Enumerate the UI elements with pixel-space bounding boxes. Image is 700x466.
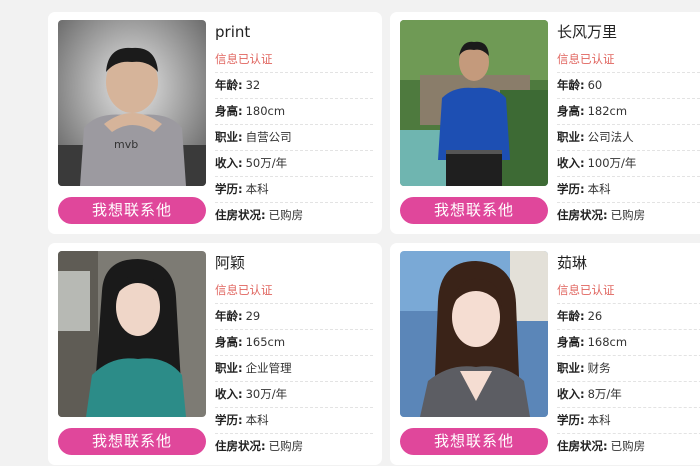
income-row: 收入: 100万/年 xyxy=(557,151,700,177)
age-value: 60 xyxy=(587,78,603,92)
income-row: 收入: 50万/年 xyxy=(215,151,373,177)
education-label: 学历: xyxy=(215,413,243,427)
education-row: 学历: 本科 xyxy=(557,408,700,434)
housing-value: 已购房 xyxy=(610,208,646,222)
verified-badge: 信息已认证 xyxy=(557,278,700,304)
profile-info: 阿颖 信息已认证 年龄: 29 身高: 165cm 职业: 企业管理 收入: 30万/年… xyxy=(215,250,373,459)
profile-name[interactable]: 茹琳 xyxy=(557,250,700,278)
education-label: 学历: xyxy=(557,413,585,427)
job-label: 职业: xyxy=(557,361,585,375)
height-row: 身高: 165cm xyxy=(215,330,373,356)
job-label: 职业: xyxy=(557,130,585,144)
age-value: 29 xyxy=(245,309,261,323)
job-row: 职业: 自营公司 xyxy=(215,125,373,151)
housing-value: 已购房 xyxy=(268,439,304,453)
income-label: 收入: xyxy=(215,156,243,170)
height-value: 180cm xyxy=(245,104,286,118)
svg-text:mvb: mvb xyxy=(114,138,138,151)
age-label: 年龄: xyxy=(215,78,243,92)
education-row: 学历: 本科 xyxy=(557,177,700,203)
height-row: 身高: 168cm xyxy=(557,330,700,356)
income-row: 收入: 30万/年 xyxy=(215,382,373,408)
housing-label: 住房状况: xyxy=(215,208,266,222)
age-value: 32 xyxy=(245,78,261,92)
verified-badge: 信息已认证 xyxy=(215,47,373,73)
job-label: 职业: xyxy=(215,361,243,375)
height-label: 身高: xyxy=(215,335,243,349)
education-value: 本科 xyxy=(587,182,611,196)
profile-photo[interactable] xyxy=(400,20,548,186)
height-row: 身高: 180cm xyxy=(215,99,373,125)
education-label: 学历: xyxy=(557,182,585,196)
education-value: 本科 xyxy=(587,413,611,427)
job-row: 职业: 企业管理 xyxy=(215,356,373,382)
age-row: 年龄: 26 xyxy=(557,304,700,330)
income-value: 8万/年 xyxy=(587,387,622,401)
verified-badge: 信息已认证 xyxy=(557,47,700,73)
age-label: 年龄: xyxy=(557,309,585,323)
housing-row: 住房状况: 已购房 xyxy=(215,434,373,459)
profile-photo[interactable] xyxy=(58,251,206,417)
height-value: 165cm xyxy=(245,335,286,349)
age-row: 年龄: 60 xyxy=(557,73,700,99)
job-value: 自营公司 xyxy=(245,130,292,144)
income-label: 收入: xyxy=(215,387,243,401)
income-value: 100万/年 xyxy=(587,156,637,170)
housing-value: 已购房 xyxy=(268,208,304,222)
height-label: 身高: xyxy=(557,104,585,118)
income-value: 30万/年 xyxy=(245,387,288,401)
profile-card[interactable]: 我想联系他 长风万里 信息已认证 年龄: 60 身高: 182cm 职业: 公司法人 … xyxy=(390,12,700,234)
contact-button[interactable]: 我想联系他 xyxy=(58,428,206,455)
profile-photo[interactable] xyxy=(400,251,548,417)
profile-photo[interactable]: mvb xyxy=(58,20,206,186)
age-row: 年龄: 29 xyxy=(215,304,373,330)
housing-row: 住房状况: 已购房 xyxy=(557,434,700,459)
income-row: 收入: 8万/年 xyxy=(557,382,700,408)
job-row: 职业: 财务 xyxy=(557,356,700,382)
education-row: 学历: 本科 xyxy=(215,177,373,203)
contact-button[interactable]: 我想联系他 xyxy=(58,197,206,224)
height-row: 身高: 182cm xyxy=(557,99,700,125)
job-row: 职业: 公司法人 xyxy=(557,125,700,151)
age-row: 年龄: 32 xyxy=(215,73,373,99)
profile-card[interactable]: 我想联系他 阿颖 信息已认证 年龄: 29 身高: 165cm 职业: 企业管理 收入… xyxy=(48,243,382,465)
height-value: 182cm xyxy=(587,104,628,118)
housing-label: 住房状况: xyxy=(557,439,608,453)
job-label: 职业: xyxy=(215,130,243,144)
income-label: 收入: xyxy=(557,387,585,401)
job-value: 企业管理 xyxy=(245,361,292,375)
profile-card[interactable]: mvb 我想联系他 print 信息已认证 年龄: 32 身高: 180cm 职业:… xyxy=(48,12,382,234)
contact-button[interactable]: 我想联系他 xyxy=(400,428,548,455)
profile-card[interactable]: 我想联系他 茹琳 信息已认证 年龄: 26 身高: 168cm 职业: 财务 收入: 8… xyxy=(390,243,700,465)
profile-name[interactable]: 阿颖 xyxy=(215,250,373,278)
housing-label: 住房状况: xyxy=(557,208,608,222)
education-row: 学历: 本科 xyxy=(215,408,373,434)
age-label: 年龄: xyxy=(557,78,585,92)
job-value: 公司法人 xyxy=(587,130,634,144)
height-value: 168cm xyxy=(587,335,628,349)
education-value: 本科 xyxy=(245,182,269,196)
housing-row: 住房状况: 已购房 xyxy=(215,203,373,228)
age-value: 26 xyxy=(587,309,603,323)
housing-row: 住房状况: 已购房 xyxy=(557,203,700,228)
profile-name[interactable]: 长风万里 xyxy=(557,19,700,47)
profile-info: 茹琳 信息已认证 年龄: 26 身高: 168cm 职业: 财务 收入: 8万/年 学历… xyxy=(557,250,700,459)
education-label: 学历: xyxy=(215,182,243,196)
housing-label: 住房状况: xyxy=(215,439,266,453)
height-label: 身高: xyxy=(215,104,243,118)
profile-info: print 信息已认证 年龄: 32 身高: 180cm 职业: 自营公司 收入: 50… xyxy=(215,19,373,228)
housing-value: 已购房 xyxy=(610,439,646,453)
profile-info: 长风万里 信息已认证 年龄: 60 身高: 182cm 职业: 公司法人 收入: 100… xyxy=(557,19,700,228)
job-value: 财务 xyxy=(587,361,611,375)
verified-badge: 信息已认证 xyxy=(215,278,373,304)
income-label: 收入: xyxy=(557,156,585,170)
education-value: 本科 xyxy=(245,413,269,427)
age-label: 年龄: xyxy=(215,309,243,323)
income-value: 50万/年 xyxy=(245,156,288,170)
profile-name[interactable]: print xyxy=(215,19,373,47)
height-label: 身高: xyxy=(557,335,585,349)
contact-button[interactable]: 我想联系他 xyxy=(400,197,548,224)
